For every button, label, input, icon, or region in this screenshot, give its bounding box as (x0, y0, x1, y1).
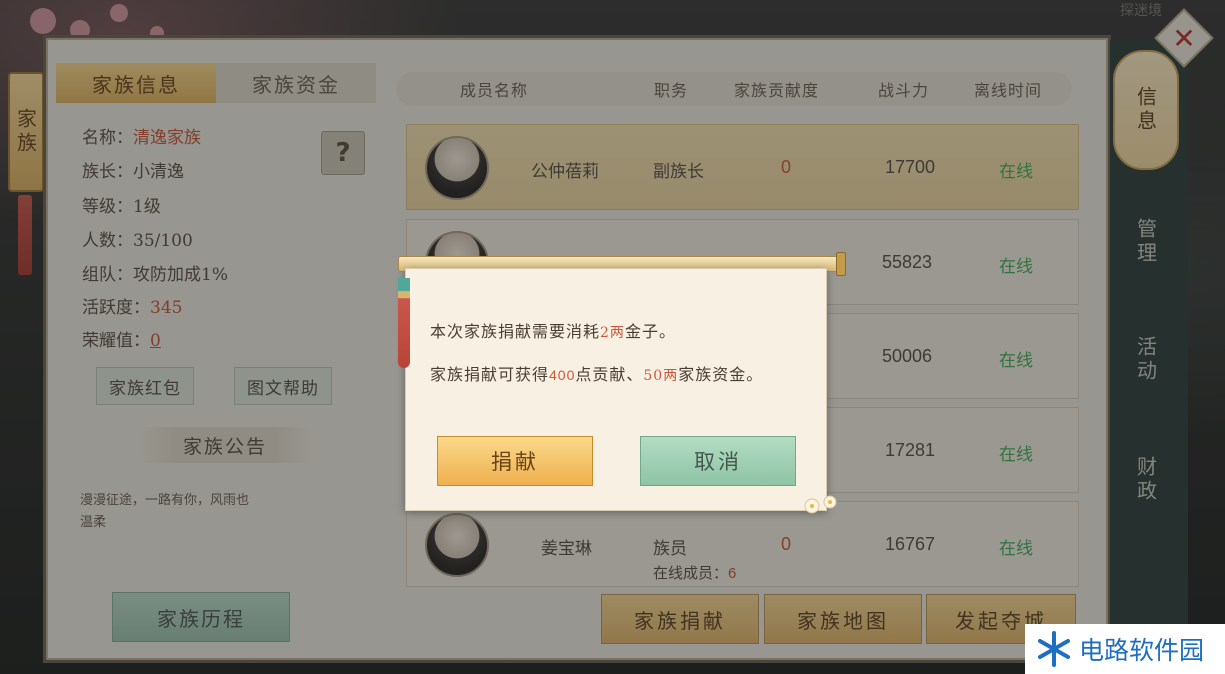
watermark: 电路软件园 (1025, 624, 1225, 674)
donate-cancel-button[interactable]: 取消 (640, 436, 796, 486)
reward-points: 400 (549, 367, 576, 383)
watermark-text: 电路软件园 (1079, 636, 1205, 665)
reward-funds: 50两 (643, 368, 679, 384)
cost-unit: 金子。 (624, 322, 676, 341)
donate-confirm-button[interactable]: 捐献 (437, 436, 593, 486)
reward-text: 家族捐献可获得 (430, 365, 550, 384)
cost-amount: 2两 (600, 325, 625, 341)
snowflake-logo-icon (1038, 631, 1070, 667)
dialog-reward-line: 家族捐献可获得400点贡献、50两家族资金。 (430, 361, 763, 385)
scroll-end-decoration (836, 252, 846, 276)
dialog-cost-line: 本次家族捐献需要消耗2两金子。 (430, 318, 676, 342)
tassel-decoration (398, 278, 410, 368)
reward-text: 家族资金。 (678, 365, 764, 384)
cost-text: 本次家族捐献需要消耗 (430, 322, 601, 341)
flower-decoration (804, 495, 837, 514)
reward-text: 点贡献、 (575, 365, 644, 384)
